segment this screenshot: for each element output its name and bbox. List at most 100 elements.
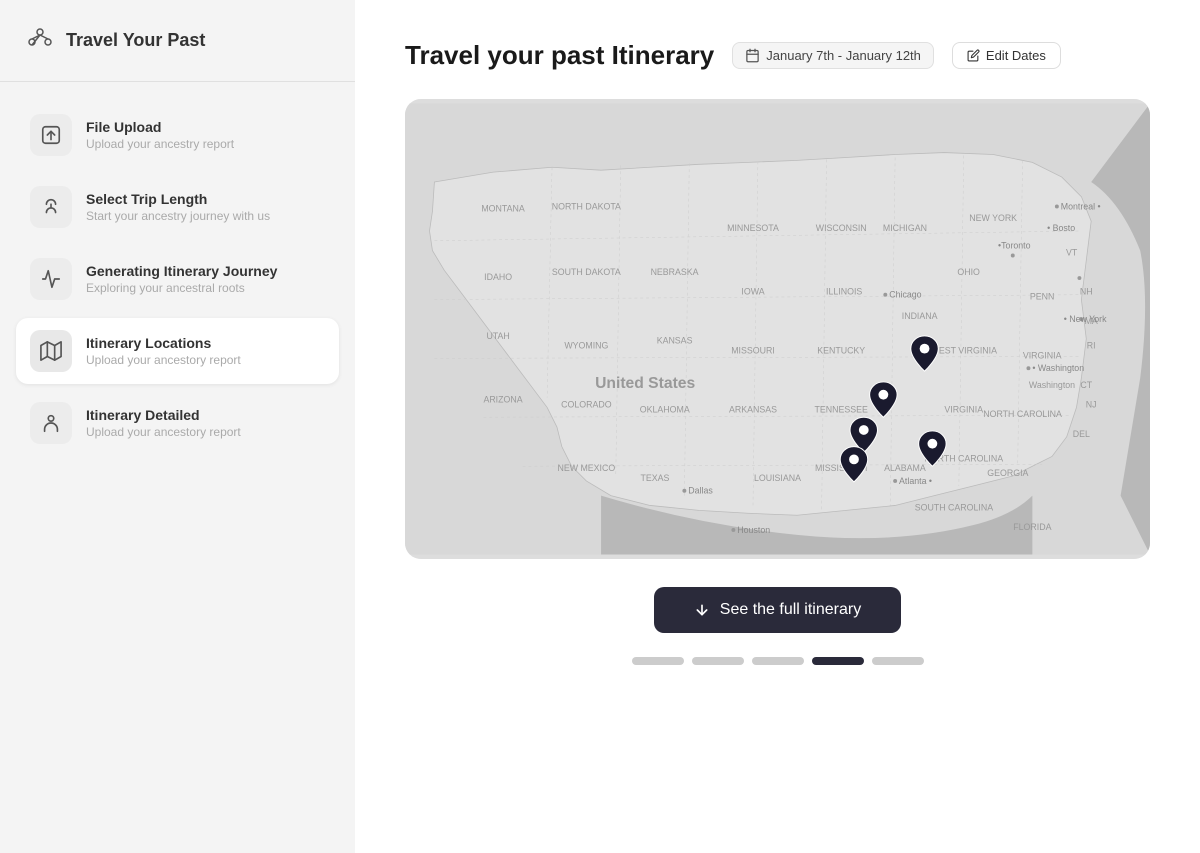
svg-text:• Washington: • Washington <box>1032 363 1084 373</box>
upload-icon <box>30 114 72 156</box>
step-text-detailed: Itinerary Detailed Upload your ancestory… <box>86 407 241 439</box>
pagination-dot-1[interactable] <box>632 657 684 665</box>
svg-text:Houston: Houston <box>737 525 770 535</box>
step-sublabel-select-trip: Start your ancestry journey with us <box>86 209 270 223</box>
svg-text:GEORGIA: GEORGIA <box>987 468 1028 478</box>
svg-text:TENNESSEE: TENNESSEE <box>815 404 869 414</box>
svg-text:• Bosto: • Bosto <box>1047 223 1075 233</box>
svg-text:KENTUCKY: KENTUCKY <box>817 346 865 356</box>
svg-text:PENN: PENN <box>1030 292 1054 302</box>
svg-text:CT: CT <box>1080 380 1092 390</box>
svg-text:NEW MEXICO: NEW MEXICO <box>557 463 615 473</box>
svg-text:NORTH CAROLINA: NORTH CAROLINA <box>983 409 1062 419</box>
route-icon <box>30 258 72 300</box>
svg-text:•Toronto: •Toronto <box>998 241 1031 251</box>
svg-text:LOUISIANA: LOUISIANA <box>754 473 801 483</box>
logo-icon <box>24 22 56 59</box>
svg-text:Chicago: Chicago <box>889 290 921 300</box>
map-container: MONTANA NORTH DAKOTA SOUTH DAKOTA IDAHO … <box>405 99 1150 559</box>
svg-text:OHIO: OHIO <box>957 267 980 277</box>
svg-text:NEW YORK: NEW YORK <box>969 213 1017 223</box>
svg-text:SOUTH CAROLINA: SOUTH CAROLINA <box>915 502 993 512</box>
date-badge: January 7th - January 12th <box>732 42 934 69</box>
svg-text:NEBRASKA: NEBRASKA <box>651 267 699 277</box>
step-label-locations: Itinerary Locations <box>86 335 241 351</box>
svg-text:VT: VT <box>1066 247 1078 257</box>
svg-text:NH: NH <box>1080 287 1093 297</box>
edit-dates-button[interactable]: Edit Dates <box>952 42 1061 69</box>
sidebar-title: Travel Your Past <box>66 30 205 51</box>
svg-text:MISSOURI: MISSOURI <box>731 346 775 356</box>
svg-text:• New York: • New York <box>1064 314 1107 324</box>
step-sublabel-generating: Exploring your ancestral roots <box>86 281 277 295</box>
step-label-detailed: Itinerary Detailed <box>86 407 241 423</box>
sidebar-item-select-trip[interactable]: Select Trip Length Start your ancestry j… <box>16 174 339 240</box>
sidebar-item-file-upload[interactable]: File Upload Upload your ancestry report <box>16 102 339 168</box>
svg-text:VIRGINIA: VIRGINIA <box>1023 350 1062 360</box>
svg-text:WISCONSIN: WISCONSIN <box>816 223 867 233</box>
svg-text:IDAHO: IDAHO <box>484 272 512 282</box>
map-icon <box>30 330 72 372</box>
main-content: Travel your past Itinerary January 7th -… <box>355 0 1200 853</box>
step-text-locations: Itinerary Locations Upload your ancestor… <box>86 335 241 367</box>
sidebar-item-locations[interactable]: Itinerary Locations Upload your ancestor… <box>16 318 339 384</box>
svg-text:NORTH DAKOTA: NORTH DAKOTA <box>552 201 621 211</box>
svg-text:IOWA: IOWA <box>741 287 764 297</box>
svg-text:OKLAHOMA: OKLAHOMA <box>640 404 690 414</box>
page-title: Travel your past Itinerary <box>405 40 714 71</box>
step-sublabel-file-upload: Upload your ancestry report <box>86 137 234 151</box>
map-svg: MONTANA NORTH DAKOTA SOUTH DAKOTA IDAHO … <box>405 99 1150 559</box>
svg-text:Montreal •: Montreal • <box>1061 201 1101 211</box>
palm-icon <box>30 186 72 228</box>
pagination-dot-2[interactable] <box>692 657 744 665</box>
step-text-generating: Generating Itinerary Journey Exploring y… <box>86 263 277 295</box>
svg-text:MONTANA: MONTANA <box>481 203 525 213</box>
step-sublabel-locations: Upload your ancestory report <box>86 353 241 367</box>
svg-text:SOUTH DAKOTA: SOUTH DAKOTA <box>552 267 621 277</box>
step-text-file-upload: File Upload Upload your ancestry report <box>86 119 234 151</box>
svg-text:NJ: NJ <box>1086 399 1097 409</box>
pagination-dot-4[interactable] <box>812 657 864 665</box>
step-label-generating: Generating Itinerary Journey <box>86 263 277 279</box>
edit-dates-label: Edit Dates <box>986 48 1046 63</box>
calendar-icon <box>745 48 760 63</box>
see-full-itinerary-button[interactable]: See the full itinerary <box>654 587 901 633</box>
pagination-dot-3[interactable] <box>752 657 804 665</box>
step-text-select-trip: Select Trip Length Start your ancestry j… <box>86 191 270 223</box>
step-label-file-upload: File Upload <box>86 119 234 135</box>
step-label-select-trip: Select Trip Length <box>86 191 270 207</box>
sidebar-item-generating[interactable]: Generating Itinerary Journey Exploring y… <box>16 246 339 312</box>
svg-text:Washington: Washington <box>1029 380 1075 390</box>
svg-text:WYOMING: WYOMING <box>564 341 608 351</box>
svg-text:TEXAS: TEXAS <box>641 473 670 483</box>
pagination <box>405 657 1150 665</box>
itinerary-button-wrapper: See the full itinerary <box>405 587 1150 633</box>
svg-text:WEST VIRGINIA: WEST VIRGINIA <box>931 346 998 356</box>
svg-text:COLORADO: COLORADO <box>561 399 612 409</box>
pencil-icon <box>967 49 980 62</box>
step-sublabel-detailed: Upload your ancestory report <box>86 425 241 439</box>
itinerary-btn-label: See the full itinerary <box>720 601 861 619</box>
sidebar: Travel Your Past File Upload Upload your… <box>0 0 355 853</box>
svg-text:ARKANSAS: ARKANSAS <box>729 404 777 414</box>
svg-text:ILLINOIS: ILLINOIS <box>826 287 862 297</box>
pagination-dot-5[interactable] <box>872 657 924 665</box>
svg-text:Dallas: Dallas <box>688 486 713 496</box>
svg-text:DEL: DEL <box>1073 429 1090 439</box>
svg-text:VIRGINIA: VIRGINIA <box>944 404 983 414</box>
svg-text:ARIZONA: ARIZONA <box>483 395 522 405</box>
sidebar-steps: File Upload Upload your ancestry report … <box>0 82 355 476</box>
date-range-text: January 7th - January 12th <box>766 48 921 63</box>
svg-text:MINNESOTA: MINNESOTA <box>727 223 779 233</box>
sidebar-item-detailed[interactable]: Itinerary Detailed Upload your ancestory… <box>16 390 339 456</box>
svg-text:KANSAS: KANSAS <box>657 336 693 346</box>
svg-text:Atlanta •: Atlanta • <box>899 476 932 486</box>
main-header: Travel your past Itinerary January 7th -… <box>405 40 1150 71</box>
svg-text:FLORIDA: FLORIDA <box>1013 522 1051 532</box>
svg-text:UTAH: UTAH <box>486 331 509 341</box>
svg-text:MICHIGAN: MICHIGAN <box>883 223 927 233</box>
svg-text:INDIANA: INDIANA <box>902 311 938 321</box>
sidebar-header: Travel Your Past <box>0 0 355 82</box>
person-pin-icon <box>30 402 72 444</box>
svg-text:United States: United States <box>595 375 695 392</box>
